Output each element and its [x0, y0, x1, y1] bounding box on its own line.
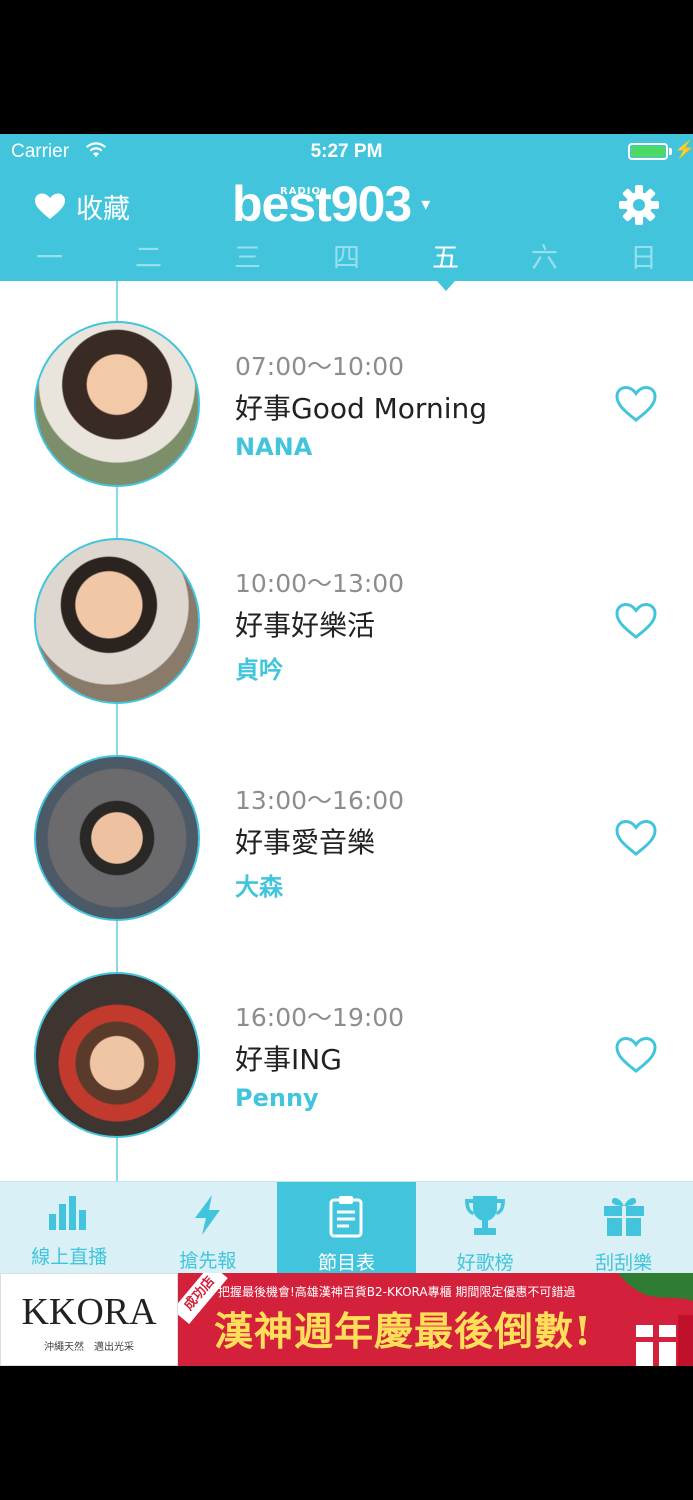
tab-label: 搶先報: [179, 1250, 237, 1272]
host-avatar: [34, 538, 200, 704]
logo-text: best903: [232, 176, 412, 232]
favorite-toggle[interactable]: [614, 1036, 658, 1078]
ad-promo-panel: 成功店 把握最後機會!高雄漢神百貨B2-KKORA專櫃 期間限定優惠不可錯過 漢…: [178, 1273, 693, 1366]
chevron-down-icon: ▾: [421, 193, 431, 215]
tab-scratch[interactable]: 刮刮樂: [554, 1182, 693, 1274]
program-title: 好事ING: [235, 1043, 342, 1076]
program-title: 好事愛音樂: [235, 826, 376, 859]
tab-day-thu[interactable]: 四: [297, 242, 396, 281]
tab-live[interactable]: 線上直播: [0, 1182, 139, 1273]
app-screen: Carrier 5:27 PM ⚡ 收藏 RADIO best903 ▾ 一 二…: [0, 134, 693, 1366]
gear-icon: [619, 185, 659, 225]
settings-button[interactable]: [618, 184, 660, 230]
host-avatar: [34, 755, 200, 921]
program-list: 07:00～10:00 好事Good Morning NANA 10:00～13…: [0, 281, 693, 1181]
battery-icon: [628, 143, 668, 160]
logo-radio-label: RADIO: [280, 186, 321, 197]
bottom-tab-bar: 線上直播 搶先報 節目表 好歌榜 刮刮樂: [0, 1181, 693, 1274]
program-time: 13:00～16:00: [235, 786, 405, 815]
trophy-icon: [465, 1196, 506, 1235]
battery-cap: [669, 148, 672, 155]
tab-day-wed[interactable]: 三: [198, 242, 297, 281]
heart-outline-icon: [615, 385, 657, 422]
program-time: 07:00～10:00: [235, 352, 405, 381]
program-item[interactable]: 13:00～16:00 好事愛音樂 大森: [0, 715, 693, 932]
program-host: 貞吟: [235, 656, 283, 684]
gift-box-decoration-icon: [618, 1273, 693, 1366]
gift-icon: [603, 1197, 644, 1236]
tab-day-fri[interactable]: 五: [396, 242, 495, 291]
tab-label: 好歌榜: [456, 1252, 514, 1274]
bar-chart-icon: [49, 1196, 87, 1230]
ad-brand-logo: KKORA: [21, 1291, 157, 1333]
host-avatar: [34, 321, 200, 487]
program-title: 好事Good Morning: [235, 392, 487, 425]
ad-banner[interactable]: KKORA 沖繩天然 邁出光采 成功店 把握最後機會!高雄漢神百貨B2-KKOR…: [0, 1273, 693, 1366]
tab-day-tue[interactable]: 二: [99, 242, 198, 281]
favorite-toggle[interactable]: [614, 385, 658, 427]
host-avatar: [34, 972, 200, 1138]
clipboard-icon: [329, 1196, 363, 1238]
favorite-toggle[interactable]: [614, 819, 658, 861]
tab-label: 線上直播: [31, 1246, 108, 1268]
status-bar: Carrier 5:27 PM ⚡: [0, 134, 693, 170]
favorites-button[interactable]: 收藏: [34, 186, 130, 226]
favorites-label: 收藏: [76, 193, 130, 225]
status-time: 5:27 PM: [310, 141, 383, 162]
heart-outline-icon: [615, 602, 657, 639]
tab-label: 節目表: [317, 1252, 375, 1274]
program-title: 好事好樂活: [235, 609, 376, 642]
ad-headline: 漢神週年慶最後倒數!: [214, 1309, 593, 1355]
charging-icon: ⚡: [674, 140, 693, 159]
tab-schedule[interactable]: 節目表: [277, 1182, 416, 1274]
lightning-icon: [194, 1195, 220, 1235]
heart-outline-icon: [615, 1036, 657, 1073]
tab-day-sun[interactable]: 日: [594, 242, 693, 281]
program-time: 16:00～19:00: [235, 1003, 405, 1032]
weekday-tabs: 一 二 三 四 五 六 日: [0, 242, 693, 291]
top-bar: Carrier 5:27 PM ⚡ 收藏 RADIO best903 ▾ 一 二…: [0, 134, 693, 291]
program-time: 10:00～13:00: [235, 569, 405, 598]
program-item[interactable]: 10:00～13:00 好事好樂活 貞吟: [0, 498, 693, 715]
program-host: Penny: [235, 1084, 319, 1112]
tab-day-sat[interactable]: 六: [495, 242, 594, 281]
heart-outline-icon: [615, 819, 657, 856]
tab-label: 刮刮樂: [595, 1252, 653, 1274]
ad-brand-tagline: 沖繩天然 邁出光采: [44, 1342, 134, 1353]
program-host: 大森: [235, 873, 283, 901]
heart-filled-icon: [35, 193, 65, 219]
program-item[interactable]: 07:00～10:00 好事Good Morning NANA: [0, 281, 693, 498]
tab-chart[interactable]: 好歌榜: [416, 1182, 555, 1274]
station-logo[interactable]: RADIO best903 ▾: [232, 176, 431, 232]
program-item[interactable]: 16:00～19:00 好事ING Penny: [0, 932, 693, 1149]
ad-subline: 把握最後機會!高雄漢神百貨B2-KKORA專櫃 期間限定優惠不可錯過: [218, 1285, 576, 1299]
tab-day-mon[interactable]: 一: [0, 242, 99, 281]
tab-news[interactable]: 搶先報: [139, 1182, 278, 1273]
ad-brand-panel: KKORA 沖繩天然 邁出光采: [0, 1273, 178, 1366]
favorite-toggle[interactable]: [614, 602, 658, 644]
program-host: NANA: [235, 433, 313, 461]
